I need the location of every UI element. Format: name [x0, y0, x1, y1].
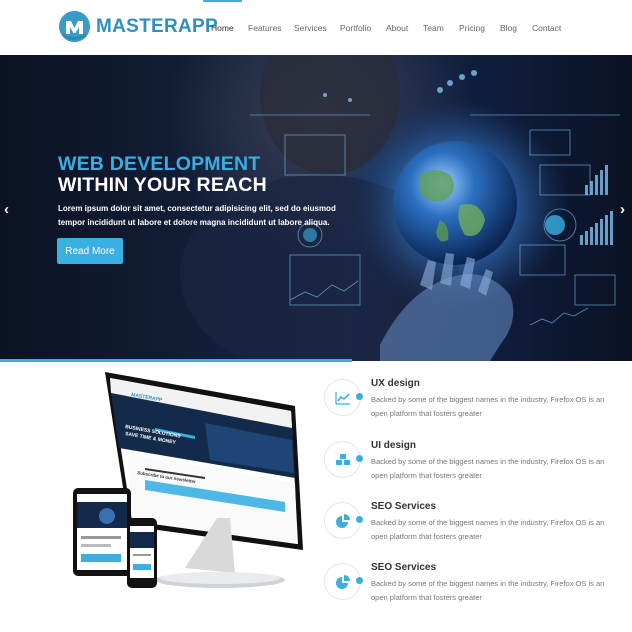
feature-description: Backed by some of the biggest names in t… — [371, 395, 605, 418]
feature-ux-design: UX design Backed by some of the biggest … — [324, 378, 614, 439]
hero-description: Lorem ipsum dolor sit amet, consectetur … — [58, 204, 336, 227]
feature-seo-services: SEO Services Backed by some of the bigge… — [324, 501, 614, 562]
nav-portfolio[interactable]: Portfolio — [340, 0, 371, 55]
nav-services[interactable]: Services — [294, 0, 327, 55]
nav-about[interactable]: About — [386, 0, 408, 55]
read-more-button[interactable]: Read More — [57, 238, 123, 264]
phone-icon — [127, 518, 157, 588]
hero-title-line2: WITHIN YOUR REACH — [58, 174, 267, 196]
nav-features[interactable]: Features — [248, 0, 282, 55]
nav-contact[interactable]: Contact — [532, 0, 561, 55]
nav-pricing[interactable]: Pricing — [459, 0, 485, 55]
nav-blog[interactable]: Blog — [500, 0, 517, 55]
logo-icon — [59, 11, 90, 42]
nav-home[interactable]: Home — [203, 0, 242, 55]
site-header: MASTERAPP Home Features Services Portfol… — [0, 0, 632, 55]
chevron-right-icon[interactable]: › — [620, 201, 625, 218]
chevron-left-icon[interactable]: ‹ — [4, 201, 9, 218]
hero-title-line1: WEB DEVELOPMENT — [58, 153, 261, 175]
feature-dot — [356, 516, 363, 523]
feature-seo-services: SEO Services Backed by some of the bigge… — [324, 562, 614, 623]
slider-progress-bar — [0, 359, 352, 362]
feature-dot — [356, 577, 363, 584]
tablet-icon — [73, 488, 131, 576]
feature-dot — [356, 455, 363, 462]
feature-ui-design: UI design Backed by some of the biggest … — [324, 440, 614, 501]
logo[interactable]: MASTERAPP — [59, 11, 218, 42]
feature-title: UI design — [371, 440, 417, 451]
nav-team[interactable]: Team — [423, 0, 444, 55]
feature-description: Backed by some of the biggest names in t… — [371, 457, 605, 480]
feature-title: SEO Services — [371, 501, 437, 512]
devices-mockup-image: MASTERAPP BUSINESS SOLUTIONS SAVE TIME &… — [73, 372, 303, 588]
feature-dot — [356, 393, 363, 400]
logo-text: MASTERAPP — [96, 15, 218, 37]
feature-title: SEO Services — [371, 562, 437, 573]
feature-title: UX design — [371, 378, 420, 389]
feature-description: Backed by some of the biggest names in t… — [371, 518, 605, 541]
feature-description: Backed by some of the biggest names in t… — [371, 579, 605, 602]
